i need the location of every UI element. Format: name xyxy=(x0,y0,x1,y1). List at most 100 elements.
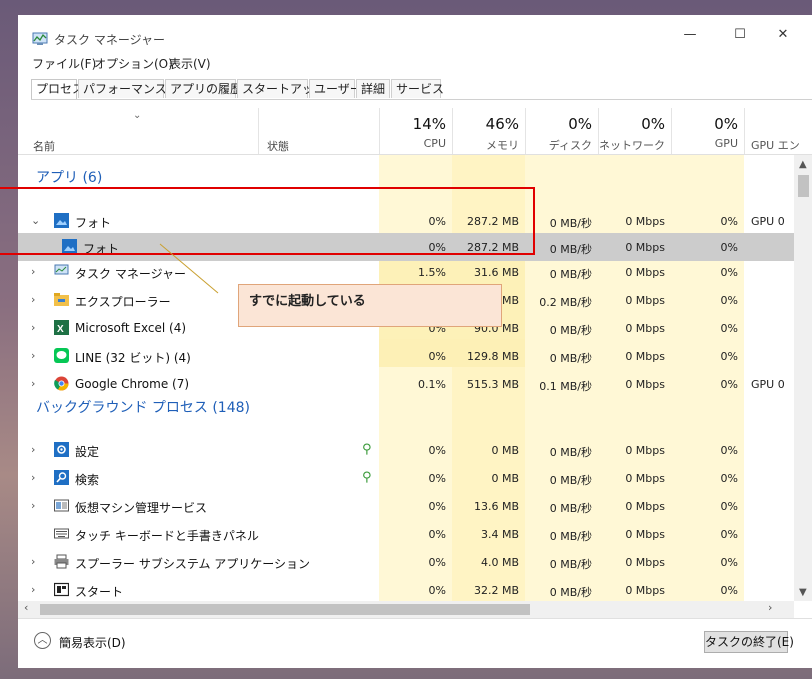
process-name: スプーラー サブシステム アプリケーション xyxy=(75,557,311,571)
memory-value: 3.4 MB xyxy=(480,528,519,541)
network-value: 0 Mbps xyxy=(625,584,665,597)
gpu-value: 0% xyxy=(720,528,738,541)
process-row[interactable]: › スタート 0% 32.2 MB 0 MB/秒 0 Mbps 0% xyxy=(18,576,794,604)
excel-icon: X xyxy=(54,320,69,335)
chevron-right-icon[interactable]: › xyxy=(31,349,35,362)
title-bar: タスク マネージャー — ☐ ✕ xyxy=(18,15,812,47)
cpu-value: 0% xyxy=(428,444,446,457)
menu-view[interactable]: 表示(V) xyxy=(169,55,211,72)
network-value: 0 Mbps xyxy=(625,350,665,363)
printer-icon xyxy=(54,554,69,569)
tab-services[interactable]: サービス xyxy=(391,79,444,98)
menu-file[interactable]: ファイル(F) xyxy=(32,55,96,72)
process-name: タスク マネージャー xyxy=(75,267,186,281)
gpu-engine-value: GPU 0 xyxy=(751,215,785,228)
process-name: 検索 xyxy=(75,473,100,487)
gpu-value: 0% xyxy=(720,266,738,279)
search-icon xyxy=(54,470,69,485)
chevron-right-icon[interactable]: › xyxy=(31,443,35,456)
tab-performance[interactable]: パフォーマンス xyxy=(78,79,167,98)
network-value: 0 Mbps xyxy=(625,528,665,541)
vertical-scroll-thumb[interactable] xyxy=(798,175,809,197)
chevron-right-icon[interactable]: › xyxy=(31,265,35,278)
chevron-right-icon[interactable]: › xyxy=(31,583,35,596)
tab-details[interactable]: 詳細 xyxy=(356,79,390,98)
network-value: 0 Mbps xyxy=(625,241,665,254)
scroll-left-icon[interactable]: ‹ xyxy=(24,601,28,614)
gpu-value: 0% xyxy=(720,241,738,254)
scroll-right-icon[interactable]: › xyxy=(768,601,772,614)
process-row[interactable]: › スプーラー サブシステム アプリケーション 0% 4.0 MB 0 MB/秒 0 Mb… xyxy=(18,548,794,576)
process-row[interactable]: › 検索 ⚲ 0% 0 MB 0 MB/秒 0 Mbps 0% xyxy=(18,464,794,492)
tab-processes[interactable]: プロセス xyxy=(31,79,84,100)
disk-value: 0 MB/秒 xyxy=(549,352,592,365)
chevron-right-icon[interactable]: › xyxy=(31,293,35,306)
chevron-right-icon[interactable]: › xyxy=(31,377,35,390)
process-row[interactable]: タッチ キーボードと手書きパネル 0% 3.4 MB 0 MB/秒 0 Mbps 0% xyxy=(18,520,794,548)
memory-value: 129.8 MB xyxy=(466,350,519,363)
end-task-button[interactable]: タスクの終了(E) xyxy=(704,631,794,653)
network-value: 0 Mbps xyxy=(625,444,665,457)
column-header-cpu[interactable]: 14% CPU xyxy=(379,108,452,153)
horizontal-scroll-thumb[interactable] xyxy=(40,604,530,615)
leaf-icon: ⚲ xyxy=(362,442,372,457)
menu-options[interactable]: オプション(O) xyxy=(94,55,173,72)
chevron-right-icon[interactable]: › xyxy=(31,555,35,568)
cpu-value: 0.1% xyxy=(418,378,446,391)
column-header-disk[interactable]: 0% ディスク xyxy=(525,108,598,153)
cpu-value: 0% xyxy=(428,350,446,363)
gpu-value: 0% xyxy=(720,294,738,307)
process-row[interactable]: › LINE (32 ビット) (4) 0% 129.8 MB 0 MB/秒 0 Mbps… xyxy=(18,342,794,370)
cpu-value: 1.5% xyxy=(418,266,446,279)
process-name: エクスプローラー xyxy=(75,295,171,309)
scroll-down-icon[interactable]: ▼ xyxy=(799,587,807,598)
disk-value: 0 MB/秒 xyxy=(549,558,592,571)
cpu-value: 0% xyxy=(428,584,446,597)
window-title: タスク マネージャー xyxy=(54,33,165,47)
column-header-gpu[interactable]: 0% GPU xyxy=(671,108,744,153)
close-button[interactable]: ✕ xyxy=(763,27,803,49)
gpu-value: 0% xyxy=(720,322,738,335)
process-row[interactable]: › Google Chrome (7) 0.1% 515.3 MB 0.1 MB/秒 0 … xyxy=(18,370,794,398)
network-value: 0 Mbps xyxy=(625,500,665,513)
chevron-right-icon[interactable]: › xyxy=(31,471,35,484)
tab-divider xyxy=(31,99,812,100)
disk-value: 0 MB/秒 xyxy=(549,268,592,281)
minimize-button[interactable]: — xyxy=(670,27,710,49)
process-row[interactable]: › 仮想マシン管理サービス 0% 13.6 MB 0 MB/秒 0 Mbps 0% xyxy=(18,492,794,520)
memory-value: 13.6 MB xyxy=(473,500,519,513)
process-row[interactable]: › 設定 ⚲ 0% 0 MB 0 MB/秒 0 Mbps 0% xyxy=(18,436,794,464)
network-value: 0 Mbps xyxy=(625,215,665,228)
column-header-status[interactable]: 状態 xyxy=(267,138,289,154)
disk-value: 0 MB/秒 xyxy=(549,324,592,337)
chevron-up-circle-icon[interactable]: ︿ xyxy=(34,632,51,649)
chevron-right-icon[interactable]: › xyxy=(31,499,35,512)
cpu-value: 0% xyxy=(428,472,446,485)
horizontal-scrollbar[interactable]: ‹ › xyxy=(18,601,794,618)
memory-value: 32.2 MB xyxy=(473,584,519,597)
maximize-button[interactable]: ☐ xyxy=(720,27,760,49)
process-name: Microsoft Excel (4) xyxy=(75,321,187,335)
process-name: 設定 xyxy=(75,445,100,459)
sort-chevron-icon[interactable]: ⌄ xyxy=(133,110,141,121)
disk-value: 0 MB/秒 xyxy=(549,243,592,256)
column-header-network[interactable]: 0% ネットワーク xyxy=(598,108,671,153)
memory-value: 0 MB xyxy=(491,472,519,485)
group-background: バックグラウンド プロセス (148) xyxy=(36,400,250,416)
disk-value: 0 MB/秒 xyxy=(549,446,592,459)
tab-startup[interactable]: スタートアップ xyxy=(237,79,326,98)
scroll-up-icon[interactable]: ▲ xyxy=(799,159,807,170)
line-icon xyxy=(54,348,69,363)
process-row[interactable]: › タスク マネージャー 1.5% 31.6 MB 0 MB/秒 0 Mbps 0% xyxy=(18,258,794,286)
tab-users[interactable]: ユーザー xyxy=(309,79,362,98)
task-manager-app-icon xyxy=(32,32,48,45)
task-manager-icon xyxy=(54,264,69,279)
vertical-scrollbar[interactable]: ▲ ▼ xyxy=(794,155,812,601)
column-header-gpu-engine[interactable]: GPU エン xyxy=(744,108,812,153)
cpu-value: 0% xyxy=(428,500,446,513)
column-header-memory[interactable]: 46% メモリ xyxy=(452,108,525,153)
chevron-right-icon[interactable]: › xyxy=(31,321,35,334)
column-header-name[interactable]: 名前 xyxy=(33,138,55,154)
tab-app-history[interactable]: アプリの履歴 xyxy=(165,79,242,98)
disk-value: 0 MB/秒 xyxy=(549,586,592,599)
